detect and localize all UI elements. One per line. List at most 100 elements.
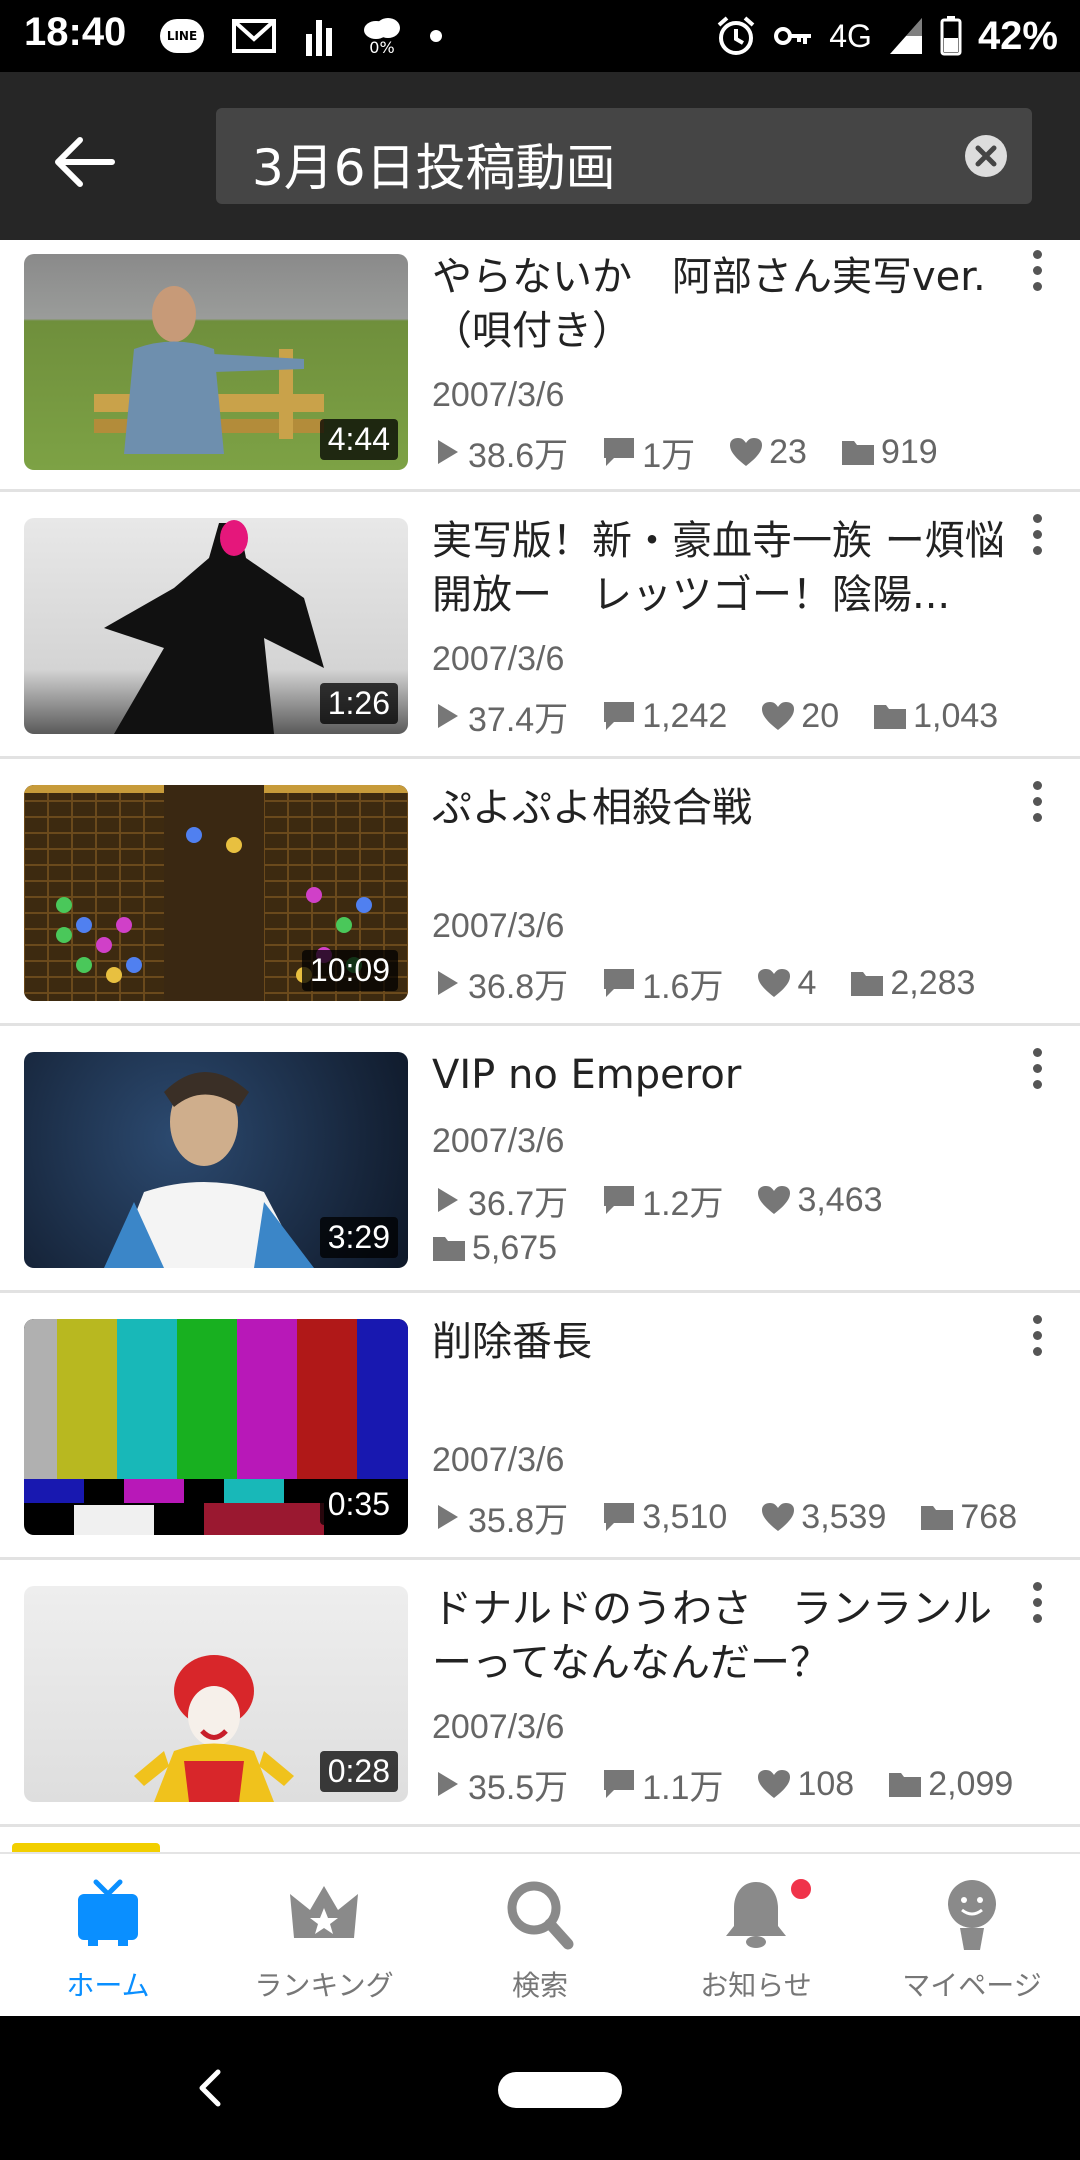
mylist-stat: 2,283 [850, 959, 975, 1007]
nav-notifications[interactable]: お知らせ [648, 1854, 864, 2018]
bottom-nav: ホーム ランキング 検索 お知らせ マイページ [0, 1852, 1080, 2018]
likes-stat: 23 [729, 428, 807, 476]
video-title[interactable]: ぷよぷよ相殺合戦 [432, 781, 1012, 835]
vpn-key-icon [774, 27, 812, 45]
arrow-left-icon [55, 137, 115, 187]
nav-search[interactable]: 検索 [432, 1854, 648, 2018]
video-stats: 35.5万 1.1万 108 2,099 [432, 1760, 1052, 1808]
system-home-button[interactable] [498, 2072, 622, 2108]
video-item[interactable]: 3:29 VIP no Emperor 2007/3/6 36.7万 1.2万 … [0, 1026, 1080, 1293]
views-stat: 35.5万 [432, 1760, 568, 1808]
views-count: 37.4万 [468, 700, 569, 739]
nav-label: ランキング [254, 1969, 394, 2002]
search-icon [507, 1881, 574, 1950]
more-options-button[interactable] [1010, 514, 1064, 574]
tv-icon [78, 1879, 138, 1946]
video-item[interactable]: 0:35 削除番長 2007/3/6 35.8万 3,510 3,539 768 [0, 1293, 1080, 1560]
search-query[interactable]: 3月6日投稿動画 [252, 128, 616, 200]
back-button[interactable] [44, 122, 124, 202]
video-date: 2007/3/6 [432, 1708, 565, 1746]
video-date: 2007/3/6 [432, 1441, 565, 1479]
video-duration: 3:29 [319, 1217, 398, 1258]
video-date: 2007/3/6 [432, 640, 565, 678]
video-item[interactable]: 1:26 実写版！新・豪血寺一族 ー煩悩開放ー レッツゴー！陰陽... 2007… [0, 492, 1080, 759]
video-date: 2007/3/6 [432, 376, 565, 414]
folder-icon [851, 972, 884, 996]
nav-label: マイページ [902, 1969, 1042, 2002]
folder-icon [921, 1506, 954, 1530]
more-options-button[interactable] [1010, 781, 1064, 841]
partial-next-item [12, 1843, 160, 1852]
video-list: 4:44 やらないか 阿部さん実写ver.（唄付き） 2007/3/6 38.6… [0, 240, 1080, 1852]
stats-icon [306, 20, 332, 56]
more-options-button[interactable] [1010, 250, 1064, 310]
comments-count: 1.1万 [642, 1768, 724, 1807]
video-thumbnail[interactable]: 0:35 [24, 1319, 408, 1535]
comments-count: 1,242 [642, 696, 728, 735]
play-icon [438, 440, 458, 464]
video-duration: 0:35 [319, 1484, 398, 1525]
video-title[interactable]: 削除番長 [432, 1315, 1012, 1369]
nav-ranking[interactable]: ランキング [216, 1854, 432, 2018]
heart-icon [730, 438, 763, 466]
video-title[interactable]: ドナルドのうわさ ランランルーってなんなんだー？ [432, 1582, 1012, 1690]
comments-stat: 1,242 [602, 692, 727, 740]
comments-count: 1万 [642, 436, 696, 475]
more-options-button[interactable] [1010, 1048, 1064, 1108]
comments-stat: 3,510 [602, 1493, 727, 1541]
views-count: 36.7万 [468, 1184, 569, 1223]
more-options-button[interactable] [1010, 1315, 1064, 1375]
video-item[interactable]: 0:28 ドナルドのうわさ ランランルーってなんなんだー？ 2007/3/6 3… [0, 1560, 1080, 1827]
video-duration: 4:44 [319, 419, 398, 460]
nav-mypage[interactable]: マイページ [864, 1854, 1080, 2018]
network-type: 4G [829, 17, 872, 54]
video-stats: 36.8万 1.6万 4 2,283 [432, 959, 1052, 1007]
video-stats: 35.8万 3,510 3,539 768 [432, 1493, 1052, 1541]
comments-stat: 1万 [602, 428, 695, 476]
play-icon [438, 1505, 458, 1529]
folder-icon [889, 1773, 922, 1797]
likes-stat: 3,463 [757, 1176, 883, 1224]
heart-icon [762, 1503, 795, 1531]
search-input[interactable]: 3月6日投稿動画 [216, 108, 1032, 204]
video-item[interactable]: 4:44 やらないか 阿部さん実写ver.（唄付き） 2007/3/6 38.6… [0, 240, 1080, 492]
views-count: 38.6万 [468, 436, 569, 475]
mylist-count: 2,099 [928, 1764, 1014, 1803]
video-title[interactable]: 実写版！新・豪血寺一族 ー煩悩開放ー レッツゴー！陰陽... [432, 514, 1012, 622]
battery-percent: 42% [977, 13, 1058, 58]
mylist-count: 919 [880, 432, 938, 471]
video-title[interactable]: やらないか 阿部さん実写ver.（唄付き） [432, 250, 1012, 358]
folder-icon [874, 705, 907, 729]
video-thumbnail[interactable]: 0:28 [24, 1586, 408, 1802]
comments-count: 1.2万 [642, 1184, 724, 1223]
more-options-button[interactable] [1010, 1582, 1064, 1642]
video-item[interactable]: 10:09 ぷよぷよ相殺合戦 2007/3/6 36.8万 1.6万 4 2,2… [0, 759, 1080, 1026]
nav-home[interactable]: ホーム [0, 1854, 216, 2018]
mylist-stat: 1,043 [873, 692, 998, 740]
system-back-icon[interactable] [190, 2066, 230, 2110]
folder-icon [841, 441, 874, 465]
video-thumbnail[interactable]: 4:44 [24, 254, 408, 470]
comment-icon [604, 1186, 635, 1214]
video-thumbnail[interactable]: 3:29 [24, 1052, 408, 1268]
video-thumbnail[interactable]: 10:09 [24, 785, 408, 1001]
heart-icon [758, 1770, 791, 1798]
comments-stat: 1.6万 [602, 959, 723, 1007]
comment-icon [604, 702, 635, 730]
video-thumbnail[interactable]: 1:26 [24, 518, 408, 734]
crown-icon [290, 1886, 358, 1938]
folder-icon [433, 1237, 465, 1261]
signal-icon [889, 18, 922, 54]
status-time: 18:40 [24, 10, 127, 54]
clear-icon[interactable] [964, 134, 1008, 178]
nav-label: お知らせ [700, 1969, 812, 2002]
comments-stat: 1.1万 [602, 1760, 723, 1808]
mylist-count: 2,283 [890, 963, 976, 1002]
line-icon: LINE [160, 19, 204, 53]
video-title[interactable]: VIP no Emperor [432, 1048, 1012, 1102]
views-stat: 35.8万 [432, 1493, 568, 1541]
user-icon [948, 1880, 996, 1950]
dot-icon [430, 30, 442, 42]
notification-badge [788, 1876, 814, 1902]
likes-count: 23 [769, 432, 807, 471]
